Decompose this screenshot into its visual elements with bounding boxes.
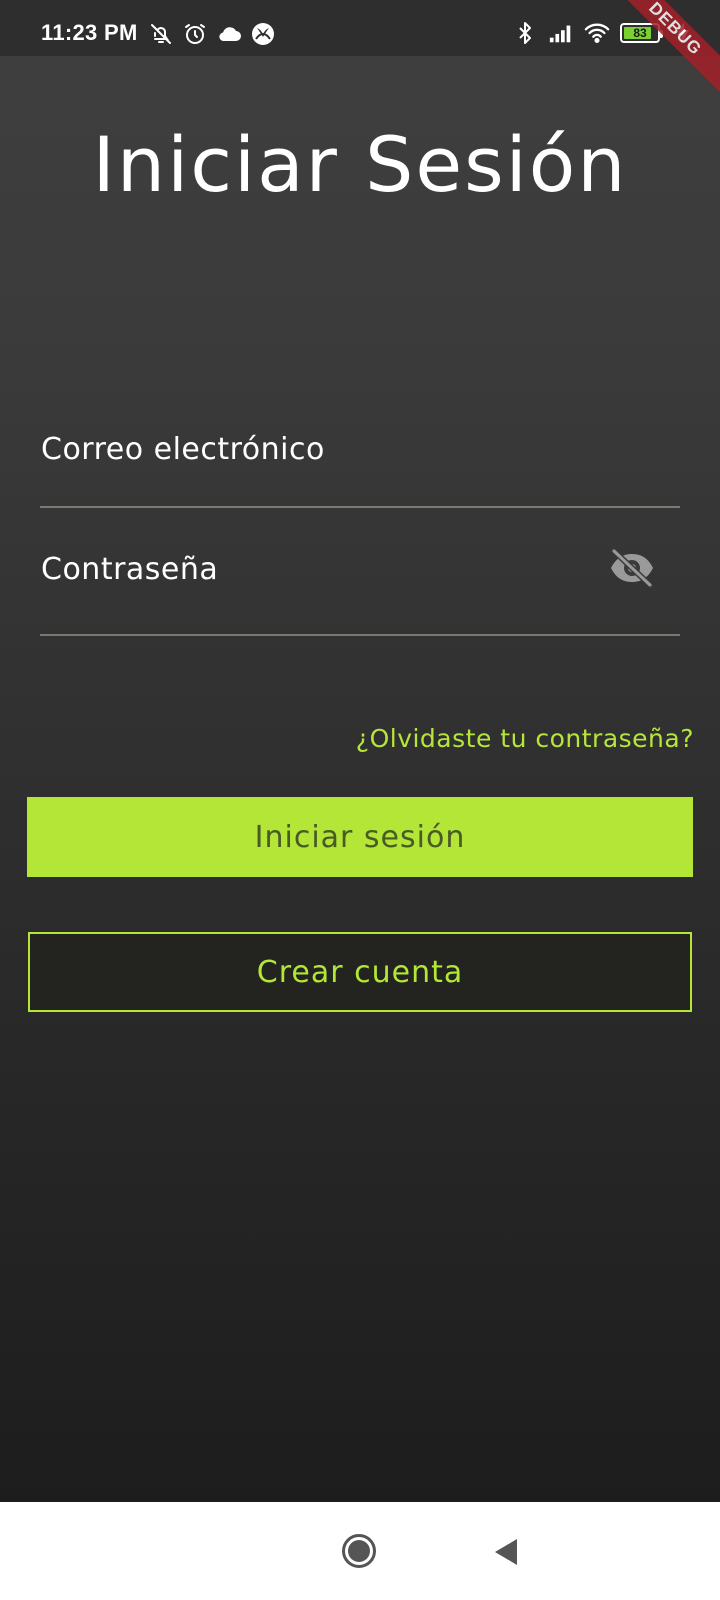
status-time: 11:23 PM <box>41 20 138 45</box>
create-account-button-label: Crear cuenta <box>256 954 464 990</box>
wifi-icon <box>584 20 610 46</box>
email-field[interactable]: Correo electrónico <box>40 418 680 508</box>
bluetooth-icon <box>512 20 538 46</box>
bell-off-icon <box>148 21 174 47</box>
login-button[interactable]: Iniciar sesión <box>27 797 693 877</box>
alarm-icon <box>182 21 208 47</box>
page-title: Iniciar Sesión <box>92 120 628 209</box>
battery-percent: 83 <box>633 26 647 40</box>
cloud-icon <box>216 21 242 47</box>
login-screen: 11:23 PM 83 DEBUG Iniciar Sesión Correo … <box>0 0 720 1502</box>
email-field-label: Correo electrónico <box>41 432 325 467</box>
home-icon[interactable] <box>341 1533 377 1569</box>
navigation-bar <box>0 1502 720 1600</box>
xbox-icon <box>250 21 276 47</box>
login-button-label: Iniciar sesión <box>254 819 466 855</box>
back-icon[interactable] <box>492 1537 520 1567</box>
password-field[interactable]: Contraseña <box>40 544 680 636</box>
eye-off-icon[interactable] <box>608 544 656 592</box>
signal-icon <box>548 20 574 46</box>
create-account-button[interactable]: Crear cuenta <box>28 932 692 1012</box>
status-bar: 11:23 PM 83 <box>0 0 720 56</box>
password-field-label: Contraseña <box>41 552 219 587</box>
forgot-password-link[interactable]: ¿Olvidaste tu contraseña? <box>356 724 694 753</box>
status-left-icons <box>148 21 276 47</box>
